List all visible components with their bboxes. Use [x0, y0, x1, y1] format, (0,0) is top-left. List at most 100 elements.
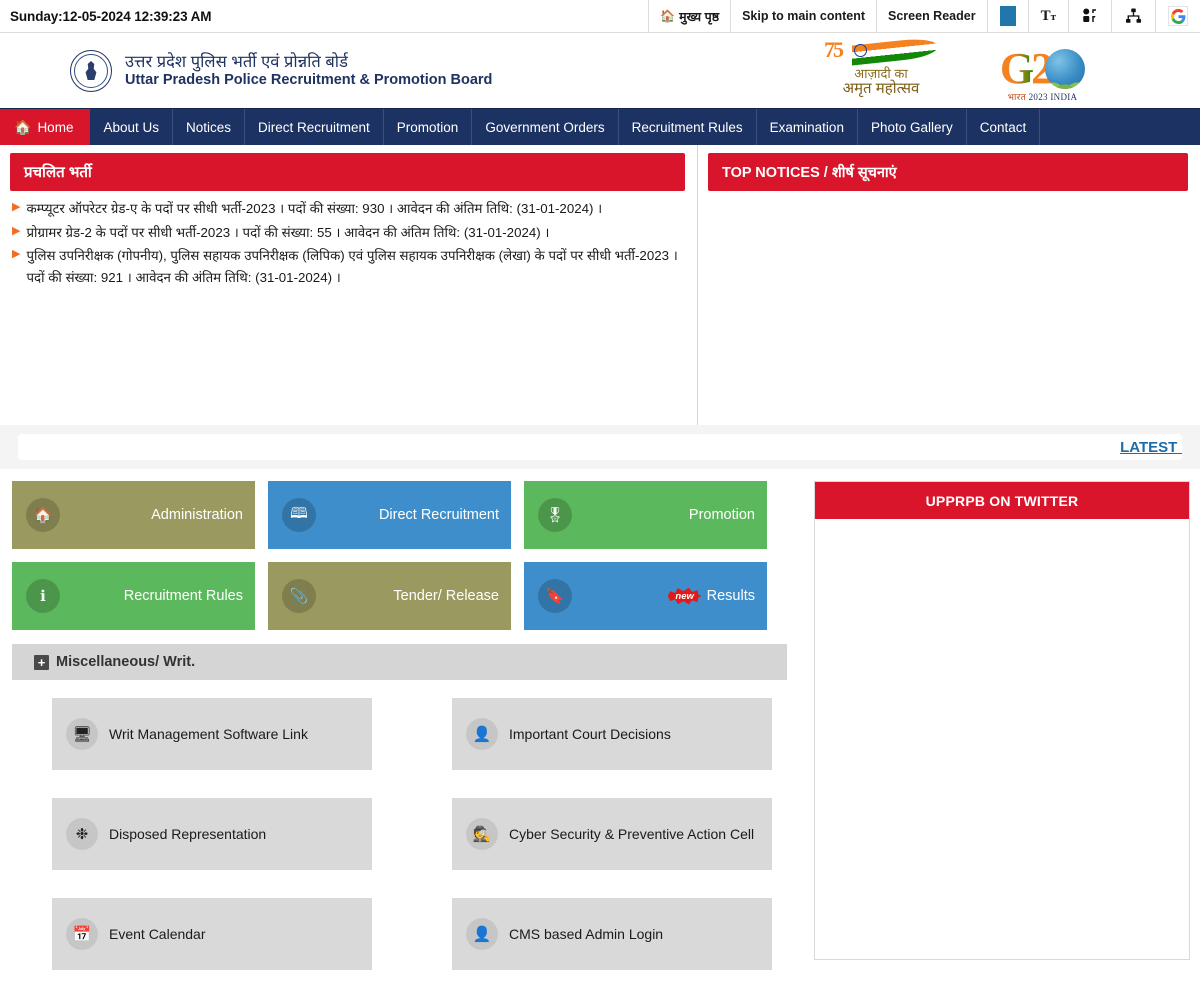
org-name-hindi: उत्तर प्रदेश पुलिस भर्ती एवं प्रोन्नति ब… — [125, 52, 348, 71]
home-icon: 🏠 — [26, 498, 60, 532]
azadi-ka-amrit-mahotsav-logo: 75 आज़ादी का अमृत महोत्सव — [816, 36, 946, 103]
tile-promotion[interactable]: 🎖 Promotion — [524, 481, 767, 549]
azadi-caption-line2: अमृत महोत्सव — [842, 79, 920, 97]
user-lock-icon: 👤 — [466, 918, 498, 950]
nav-item-promotion[interactable]: Promotion — [384, 109, 473, 145]
list-item[interactable]: ▶ प्रोग्रामर ग्रेड-2 के पदों पर सीधी भर्… — [12, 222, 683, 244]
google-translate-icon — [1168, 6, 1188, 26]
list-item-label: पुलिस उपनिरीक्षक (गोपनीय), पुलिस सहायक उ… — [26, 248, 678, 285]
misc-item-important-court-decisions[interactable]: 👤 Important Court Decisions — [452, 698, 772, 770]
tile-label-text: Results — [706, 588, 755, 604]
misc-item-label: Writ Management Software Link — [109, 726, 308, 742]
up-police-emblem-icon — [70, 49, 112, 92]
nav-item-notices[interactable]: Notices — [173, 109, 245, 145]
latest-notices-strip: LATEST NO — [0, 425, 1200, 469]
triangle-bullet-icon: ▶ — [12, 224, 21, 237]
tile-recruitment-rules[interactable]: ℹ Recruitment Rules — [12, 562, 255, 630]
expand-plus-icon[interactable]: + — [34, 654, 49, 670]
screen-reader-link[interactable]: Screen Reader — [876, 0, 987, 32]
twitter-feed-body[interactable] — [815, 519, 1189, 959]
tile-results[interactable]: 🔖 new Results — [524, 562, 767, 630]
site-masthead: उत्तर प्रदेश पुलिस भर्ती एवं प्रोन्नति ब… — [0, 33, 1200, 108]
g20-logo: G 2 भारत 2023 INDIA — [970, 46, 1115, 103]
topbar-link-mukhya-prishth[interactable]: 🏠 मुख्य पृष्ठ — [648, 0, 730, 32]
nav-item-photo-gallery[interactable]: Photo Gallery — [858, 109, 967, 145]
g20-subtitle: भारत 2023 INDIA — [1008, 90, 1078, 103]
current-recruitment-list: ▶ कम्प्यूटर ऑपरेटर ग्रेड-ए के पदों पर सी… — [10, 191, 685, 288]
tile-label: new Results — [572, 587, 755, 605]
tile-label: Recruitment Rules — [123, 588, 243, 604]
social-share-button[interactable] — [1068, 0, 1111, 32]
marquee-container: LATEST NO — [18, 434, 1182, 460]
current-recruitment-heading: प्रचलित भर्ती — [10, 153, 685, 191]
tile-label: Tender/ Release — [393, 588, 499, 604]
theme-color-swatch-icon — [999, 6, 1016, 26]
sitemap-icon — [1126, 8, 1141, 23]
nav-item-contact[interactable]: Contact — [967, 109, 1041, 145]
misc-item-writ-management-software-link[interactable]: 🖥 Writ Management Software Link — [52, 698, 372, 770]
main-navigation: 🏠 Home About Us Notices Direct Recruitme… — [0, 108, 1200, 145]
top-notices-heading: TOP NOTICES / शीर्ष सूचनाएं — [708, 153, 1188, 191]
nav-item-home[interactable]: 🏠 Home — [0, 109, 91, 145]
organisation-names: उत्तर प्रदेश पुलिस भर्ती एवं प्रोन्नति ब… — [125, 53, 492, 89]
new-badge-icon: new — [667, 587, 702, 605]
font-size-icon: Tт — [1040, 7, 1056, 24]
theme-color-swatch-button[interactable] — [986, 0, 1028, 32]
nav-item-direct-recruitment[interactable]: Direct Recruitment — [245, 109, 384, 145]
miscellaneous-heading-label: Miscellaneous/ Writ. — [56, 654, 196, 670]
g20-letter-g: G — [999, 44, 1035, 93]
g20-subtitle-english: 2023 INDIA — [1028, 92, 1078, 102]
font-size-button[interactable]: Tт — [1027, 0, 1068, 32]
azadi-75-mark: 75 — [824, 37, 844, 62]
misc-item-label: Event Calendar — [109, 926, 206, 942]
tile-administration[interactable]: 🏠 Administration — [12, 481, 255, 549]
topbar-link-label: मुख्य पृष्ठ — [679, 9, 720, 24]
tile-label: Direct Recruitment — [378, 507, 499, 523]
ashoka-chakra-icon — [854, 44, 867, 57]
nav-item-examination[interactable]: Examination — [757, 109, 858, 145]
social-share-icon — [1083, 8, 1096, 22]
nav-item-government-orders[interactable]: Government Orders — [472, 109, 619, 145]
sitemap-button[interactable] — [1111, 0, 1155, 32]
g20-globe-lotus-icon — [1045, 49, 1086, 89]
tile-label: Promotion — [688, 507, 755, 523]
misc-item-event-calendar[interactable]: 📅 Event Calendar — [52, 898, 372, 970]
latest-notices-marquee-link[interactable]: LATEST NO — [1120, 439, 1182, 456]
main-content: 🏠 Administration 🕮 Direct Recruitment 🎖 … — [0, 469, 1200, 970]
misc-item-cms-based-admin-login[interactable]: 👤 CMS based Admin Login — [452, 898, 772, 970]
home-icon: 🏠 — [660, 9, 676, 23]
nav-item-recruitment-rules[interactable]: Recruitment Rules — [619, 109, 757, 145]
current-datetime: Sunday:12-05-2024 12:39:23 AM — [10, 8, 212, 24]
google-translate-button[interactable] — [1155, 0, 1200, 32]
list-item[interactable]: ▶ पुलिस उपनिरीक्षक (गोपनीय), पुलिस सहायक… — [12, 245, 683, 288]
misc-item-label: Important Court Decisions — [509, 726, 671, 742]
miscellaneous-links-grid: 🖥 Writ Management Software Link 👤 Import… — [12, 680, 802, 970]
twitter-column: UPPRPB ON TWITTER — [814, 481, 1190, 970]
top-utility-bar: Sunday:12-05-2024 12:39:23 AM 🏠 मुख्य पृ… — [0, 0, 1200, 33]
judge-person-icon: 👤 — [466, 718, 498, 750]
g20-subtitle-hindi: भारत — [1007, 92, 1027, 102]
list-item-label: प्रोग्रामर ग्रेड-2 के पदों पर सीधी भर्ती… — [26, 224, 550, 240]
top-notices-panel: TOP NOTICES / शीर्ष सूचनाएं — [698, 145, 1200, 425]
medal-icon: 🎖 — [538, 498, 572, 532]
home-icon: 🏠 — [14, 118, 32, 135]
tile-direct-recruitment[interactable]: 🕮 Direct Recruitment — [268, 481, 511, 549]
paperclip-icon: 📎 — [282, 579, 316, 613]
skip-to-main-content-link[interactable]: Skip to main content — [730, 0, 876, 32]
tile-tender-release[interactable]: 📎 Tender/ Release — [268, 562, 511, 630]
nav-item-about-us[interactable]: About Us — [90, 109, 173, 145]
misc-item-cyber-security-preventive-action-cell[interactable]: 🕵 Cyber Security & Preventive Action Cel… — [452, 798, 772, 870]
g20-wordmark: G 2 — [999, 44, 1086, 93]
miscellaneous-section-header[interactable]: + Miscellaneous/ Writ. — [12, 644, 787, 680]
list-item[interactable]: ▶ कम्प्यूटर ऑपरेटर ग्रेड-ए के पदों पर सी… — [12, 198, 683, 220]
contact-book-icon: 🕮 — [282, 498, 316, 532]
bookmark-icon: 🔖 — [538, 579, 572, 613]
azadi-caption-line1: आज़ादी का — [854, 66, 908, 81]
triangle-bullet-icon: ▶ — [12, 248, 21, 261]
emblem-with-title[interactable]: उत्तर प्रदेश पुलिस भर्ती एवं प्रोन्नति ब… — [0, 49, 492, 92]
twitter-card-heading: UPPRPB ON TWITTER — [815, 482, 1189, 519]
misc-item-disposed-representation[interactable]: ❉ Disposed Representation — [52, 798, 372, 870]
twitter-card: UPPRPB ON TWITTER — [814, 481, 1190, 960]
campaign-logos: 75 आज़ादी का अमृत महोत्सव G 2 भारत 2023 … — [816, 36, 1115, 103]
top-utility-links: 🏠 मुख्य पृष्ठ Skip to main content Scree… — [648, 0, 1200, 32]
